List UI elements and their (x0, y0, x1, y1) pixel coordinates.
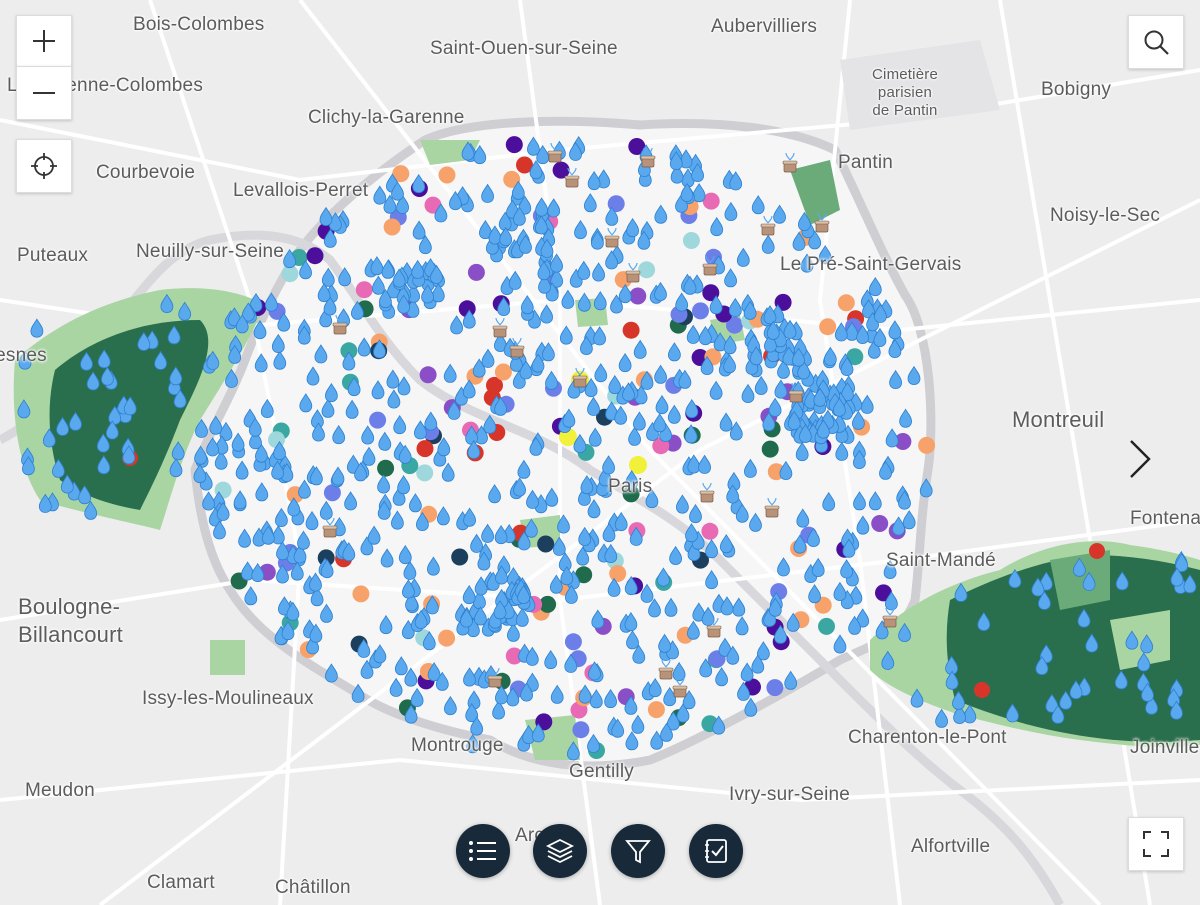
place-label: Saint-Ouen-sur-Seine (430, 38, 618, 59)
poi-dot-marker[interactable] (761, 440, 779, 458)
poi-dot-marker[interactable] (766, 679, 784, 697)
poi-dot-marker[interactable] (383, 218, 401, 236)
place-label: Bobigny (1041, 79, 1112, 100)
fullscreen-button[interactable] (1128, 817, 1184, 871)
poi-dot-marker[interactable] (837, 294, 855, 312)
place-label: Châtillon (275, 877, 351, 898)
poi-dot-marker[interactable] (622, 321, 640, 339)
search-icon (1144, 30, 1169, 55)
poi-dot-marker[interactable] (306, 247, 324, 265)
minus-icon (33, 92, 55, 94)
poi-dot-marker[interactable] (692, 302, 709, 320)
chevron-right-icon (1130, 440, 1151, 478)
poi-dot-marker[interactable] (638, 261, 656, 279)
poi-dot-marker[interactable] (352, 585, 370, 603)
boulogne-line-2: Billancourt (18, 622, 123, 647)
boulogne-line-1: Boulogne- (18, 594, 121, 619)
place-label: Clichy-la-Garenne (308, 107, 465, 128)
place-label: Joinville-le (1130, 737, 1200, 758)
place-label: Alfortville (911, 836, 991, 857)
layers-icon (545, 838, 575, 864)
crosshair-icon (31, 153, 57, 179)
poi-dot-marker[interactable] (438, 166, 456, 184)
cimetiere-line-3: de Pantin (872, 102, 938, 119)
place-label: Charenton-le-Pont (848, 727, 1007, 748)
poi-dot-marker[interactable] (647, 701, 665, 719)
poi-dot-marker[interactable] (355, 281, 373, 299)
poi-dot-marker[interactable] (974, 682, 990, 698)
place-label: Levallois-Perret (233, 180, 369, 201)
cimetiere-line-1: Cimetière (872, 66, 938, 83)
locate-button[interactable] (16, 139, 72, 193)
place-label: Suresnes (0, 345, 47, 366)
place-label: Neuilly-sur-Seine (136, 241, 285, 262)
poi-dot-marker[interactable] (451, 548, 469, 566)
place-label: Pantin (838, 152, 894, 173)
poi-dot-marker[interactable] (629, 287, 647, 305)
place-label: Fontenay (1130, 508, 1200, 529)
poi-dot-marker[interactable] (609, 565, 627, 582)
checklist-button[interactable] (689, 824, 743, 878)
poi-dot-marker[interactable] (369, 411, 387, 429)
place-label: Cimetière parisien de Pantin (872, 66, 938, 120)
plus-icon (33, 30, 55, 52)
list-button[interactable] (456, 824, 510, 878)
poi-dot-marker[interactable] (1089, 543, 1105, 559)
poi-dot-marker[interactable] (818, 617, 835, 635)
place-label: Bois-Colombes (133, 14, 265, 35)
poi-dot-marker[interactable] (419, 366, 437, 384)
place-label: Ivry-sur-Seine (729, 784, 851, 805)
place-label: Montreuil (1012, 407, 1105, 432)
poi-dot-marker[interactable] (564, 633, 582, 651)
poi-dot-marker[interactable] (572, 721, 590, 739)
place-label: Paris (608, 476, 653, 497)
poi-dot-marker[interactable] (416, 440, 434, 458)
place-label: Courbevoie (96, 162, 196, 183)
place-label: Le Pré-Saint-Gervais (780, 254, 962, 275)
search-button[interactable] (1128, 15, 1184, 69)
zoom-in-button[interactable] (16, 15, 72, 66)
layers-button[interactable] (533, 824, 587, 878)
place-label: Noisy-le-Sec (1050, 205, 1161, 226)
filter-icon (625, 840, 651, 864)
fullscreen-icon (1143, 831, 1169, 857)
cimetiere-line-2: parisien (877, 84, 933, 101)
poi-dot-marker[interactable] (505, 136, 523, 154)
poi-dot-marker[interactable] (871, 515, 889, 532)
poi-dot-marker[interactable] (819, 318, 837, 336)
place-label: Saint-Mandé (886, 550, 996, 571)
next-button[interactable] (1122, 437, 1156, 481)
poi-dot-marker[interactable] (537, 535, 555, 553)
place-label: Issy-les-Moulineaux (142, 688, 314, 709)
poi-dot-marker[interactable] (377, 459, 395, 477)
poi-dot-marker[interactable] (416, 464, 434, 482)
place-label: Gentilly (569, 761, 634, 782)
place-label: Clamart (147, 872, 215, 893)
filter-button[interactable] (611, 824, 665, 878)
place-label: Aubervilliers (711, 16, 818, 37)
place-label: Montrouge (411, 735, 504, 756)
poi-dot-marker[interactable] (701, 522, 719, 540)
poi-dot-marker[interactable] (682, 232, 700, 249)
zoom-out-button[interactable] (16, 66, 72, 120)
place-label: Puteaux (17, 245, 89, 266)
poi-dot-marker[interactable] (918, 436, 936, 454)
poi-dot-marker[interactable] (494, 363, 512, 381)
place-label: Boulogne- Billancourt (18, 593, 123, 649)
checklist-icon (705, 839, 727, 863)
poi-dot-marker[interactable] (438, 629, 456, 647)
poi-dot-marker[interactable] (467, 263, 485, 281)
list-icon (469, 841, 496, 861)
place-label: Meudon (25, 780, 95, 801)
parc-issy (210, 640, 245, 675)
